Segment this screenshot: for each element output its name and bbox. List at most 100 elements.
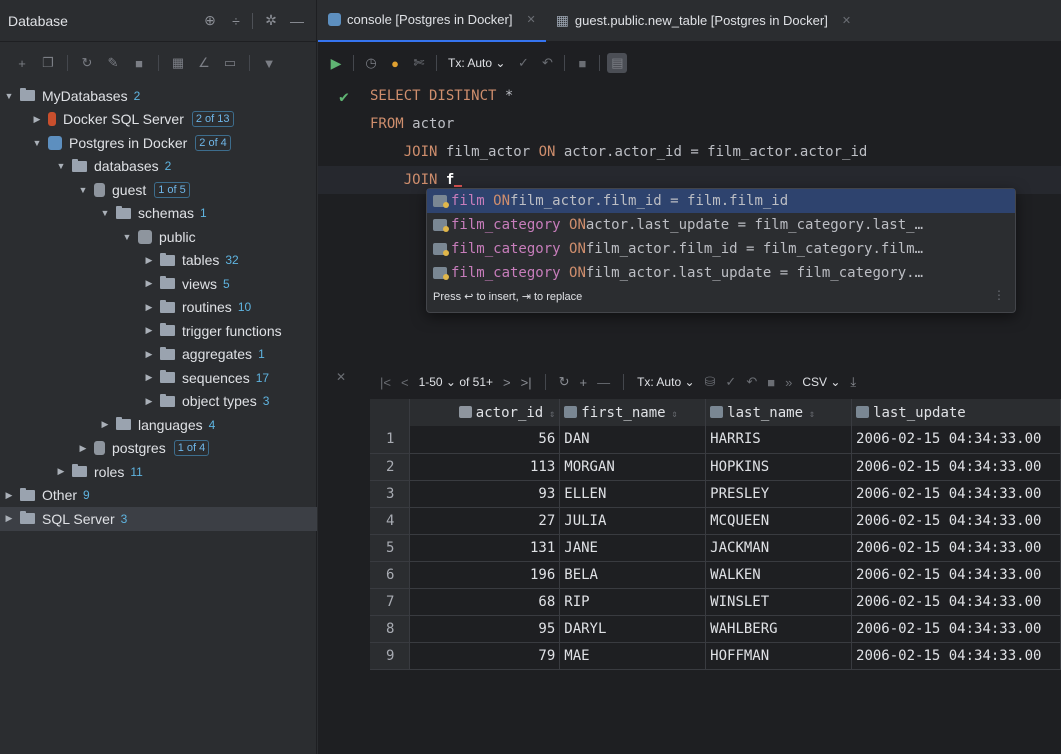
export-format-select[interactable]: CSV ⌄	[802, 375, 840, 389]
cell-first-name[interactable]: DARYL	[559, 615, 707, 643]
close-icon[interactable]: ✕	[842, 14, 851, 27]
collapsed-arrow-icon[interactable]: ▶	[76, 443, 90, 454]
table-row[interactable]: 6 196 BELA WALKEN 2006-02-15 04:34:33.00	[370, 561, 1061, 589]
collapsed-arrow-icon[interactable]: ▶	[142, 255, 156, 266]
expanded-arrow-icon[interactable]: ▼	[54, 161, 68, 171]
suggestion-item[interactable]: film_category ON film_actor.film_id = fi…	[427, 237, 1015, 261]
gear-icon[interactable]: ✲	[259, 9, 283, 33]
table-row[interactable]: 8 95 DARYL WAHLBERG 2006-02-15 04:34:33.…	[370, 615, 1061, 643]
cell-last-name[interactable]: WAHLBERG	[705, 615, 853, 643]
cell-actor-id[interactable]: 196	[409, 561, 561, 589]
more-icon[interactable]: »	[785, 375, 792, 390]
cell-actor-id[interactable]: 79	[409, 642, 561, 670]
cell-last-update[interactable]: 2006-02-15 04:34:33.00	[851, 534, 1061, 562]
stop-icon[interactable]: ■	[572, 53, 592, 73]
tree-node-languages[interactable]: ▶ languages 4	[0, 413, 317, 437]
cell-actor-id[interactable]: 56	[409, 426, 561, 454]
history-icon[interactable]: ◷	[361, 53, 381, 73]
table-icon[interactable]: ▦	[168, 53, 188, 73]
cell-first-name[interactable]: MAE	[559, 642, 707, 670]
expanded-arrow-icon[interactable]: ▼	[30, 138, 44, 148]
table-row[interactable]: 5 131 JANE JACKMAN 2006-02-15 04:34:33.0…	[370, 534, 1061, 562]
cell-last-update[interactable]: 2006-02-15 04:34:33.00	[851, 507, 1061, 535]
first-page-icon[interactable]: |<	[380, 375, 391, 390]
tree-node-tables[interactable]: ▶ tables 32	[0, 249, 317, 273]
tree-node-views[interactable]: ▶ views 5	[0, 272, 317, 296]
tree-node-databases[interactable]: ▼ databases 2	[0, 155, 317, 179]
previous-page-icon[interactable]: <	[401, 375, 409, 390]
tree-node-guest[interactable]: ▼ guest 1 of 5	[0, 178, 317, 202]
tree-node-schemas[interactable]: ▼ schemas 1	[0, 202, 317, 226]
more-options-icon[interactable]: ⋮	[993, 288, 1005, 302]
tree-node-other[interactable]: ▶ Other 9	[0, 484, 317, 508]
rollback-icon[interactable]: ↶	[746, 374, 757, 390]
page-range-select[interactable]: 1-50 ⌄ of 51+	[419, 375, 493, 389]
table-row[interactable]: 4 27 JULIA MCQUEEN 2006-02-15 04:34:33.0…	[370, 507, 1061, 535]
table-row[interactable]: 7 68 RIP WINSLET 2006-02-15 04:34:33.00	[370, 588, 1061, 616]
table-row[interactable]: 2 113 MORGAN HOPKINS 2006-02-15 04:34:33…	[370, 453, 1061, 481]
sort-icon[interactable]: ⇕	[672, 409, 678, 420]
collapsed-arrow-icon[interactable]: ▶	[142, 396, 156, 407]
code-area[interactable]: ✔ SELECT DISTINCT * FROM actor JOIN film_…	[318, 82, 1061, 194]
tree-node-trigger-functions[interactable]: ▶ trigger functions	[0, 319, 317, 343]
collapsed-arrow-icon[interactable]: ▶	[98, 419, 112, 430]
tree-node-postgres-in-docker[interactable]: ▼ Postgres in Docker 2 of 4	[0, 131, 317, 155]
suggestion-item[interactable]: film_category ON actor.last_update = fil…	[427, 213, 1015, 237]
collapsed-arrow-icon[interactable]: ▶	[142, 372, 156, 383]
collapsed-arrow-icon[interactable]: ▶	[30, 114, 44, 125]
rollback-icon[interactable]: ↶	[537, 53, 557, 73]
cell-first-name[interactable]: MORGAN	[559, 453, 707, 481]
close-icon[interactable]: ✕	[526, 13, 535, 26]
cell-actor-id[interactable]: 68	[409, 588, 561, 616]
table-row[interactable]: 1 56 DAN HARRIS 2006-02-15 04:34:33.00	[370, 426, 1061, 454]
console-icon[interactable]: ▭	[220, 53, 240, 73]
column-header-actor-id[interactable]: actor_id ⇕	[409, 399, 561, 426]
sort-icon[interactable]: ⇕	[809, 409, 815, 420]
cell-last-name[interactable]: WALKEN	[705, 561, 853, 589]
cell-first-name[interactable]: JANE	[559, 534, 707, 562]
stop-icon[interactable]: ■	[129, 53, 149, 73]
collapsed-arrow-icon[interactable]: ▶	[2, 490, 16, 501]
tree-node-docker-sql-server[interactable]: ▶ Docker SQL Server 2 of 13	[0, 108, 317, 132]
cell-actor-id[interactable]: 131	[409, 534, 561, 562]
tree-node-aggregates[interactable]: ▶ aggregates 1	[0, 343, 317, 367]
tree-node-mydatabases[interactable]: ▼ MyDatabases 2	[0, 84, 317, 108]
minimize-icon[interactable]: —	[285, 9, 309, 33]
collapsed-arrow-icon[interactable]: ▶	[142, 278, 156, 289]
suggestion-item[interactable]: film ON film_actor.film_id = film.film_i…	[427, 189, 1015, 213]
results-transaction-select[interactable]: Tx: Auto ⌄	[637, 375, 694, 389]
add-row-icon[interactable]: +	[580, 375, 588, 390]
cell-last-update[interactable]: 2006-02-15 04:34:33.00	[851, 561, 1061, 589]
collapsed-arrow-icon[interactable]: ▶	[54, 466, 68, 477]
pencil-icon[interactable]: ∠	[194, 53, 214, 73]
expanded-arrow-icon[interactable]: ▼	[76, 185, 90, 195]
cell-actor-id[interactable]: 95	[409, 615, 561, 643]
cell-last-update[interactable]: 2006-02-15 04:34:33.00	[851, 642, 1061, 670]
cell-last-update[interactable]: 2006-02-15 04:34:33.00	[851, 480, 1061, 508]
refresh-icon[interactable]: ↻	[77, 53, 97, 73]
run-icon[interactable]: ▶	[326, 53, 346, 73]
db-submit-icon[interactable]: ⛁	[705, 374, 716, 390]
sort-icon[interactable]: ⇕	[549, 409, 555, 420]
table-row[interactable]: 3 93 ELLEN PRESLEY 2006-02-15 04:34:33.0…	[370, 480, 1061, 508]
cell-first-name[interactable]: RIP	[559, 588, 707, 616]
add-icon[interactable]: +	[12, 53, 32, 73]
explain-plan-icon[interactable]: ●	[385, 53, 405, 73]
cell-last-update[interactable]: 2006-02-15 04:34:33.00	[851, 588, 1061, 616]
close-results-icon[interactable]: ✕	[336, 370, 346, 384]
cell-actor-id[interactable]: 113	[409, 453, 561, 481]
collapsed-arrow-icon[interactable]: ▶	[142, 349, 156, 360]
expanded-arrow-icon[interactable]: ▼	[120, 232, 134, 242]
column-header-last-update[interactable]: last_update	[851, 399, 1061, 426]
refresh-icon[interactable]: ↻	[559, 374, 570, 390]
copy-icon[interactable]: ❐	[38, 53, 58, 73]
cell-last-name[interactable]: HOFFMAN	[705, 642, 853, 670]
tab-console[interactable]: console [Postgres in Docker] ✕	[318, 0, 546, 42]
transaction-mode-select[interactable]: Tx: Auto ⌄	[448, 56, 505, 70]
cell-first-name[interactable]: ELLEN	[559, 480, 707, 508]
cell-last-update[interactable]: 2006-02-15 04:34:33.00	[851, 426, 1061, 454]
filter-icon[interactable]: ▼	[259, 53, 279, 73]
expanded-arrow-icon[interactable]: ▼	[98, 208, 112, 218]
collapsed-arrow-icon[interactable]: ▶	[142, 302, 156, 313]
column-header-last-name[interactable]: last_name ⇕	[705, 399, 853, 426]
